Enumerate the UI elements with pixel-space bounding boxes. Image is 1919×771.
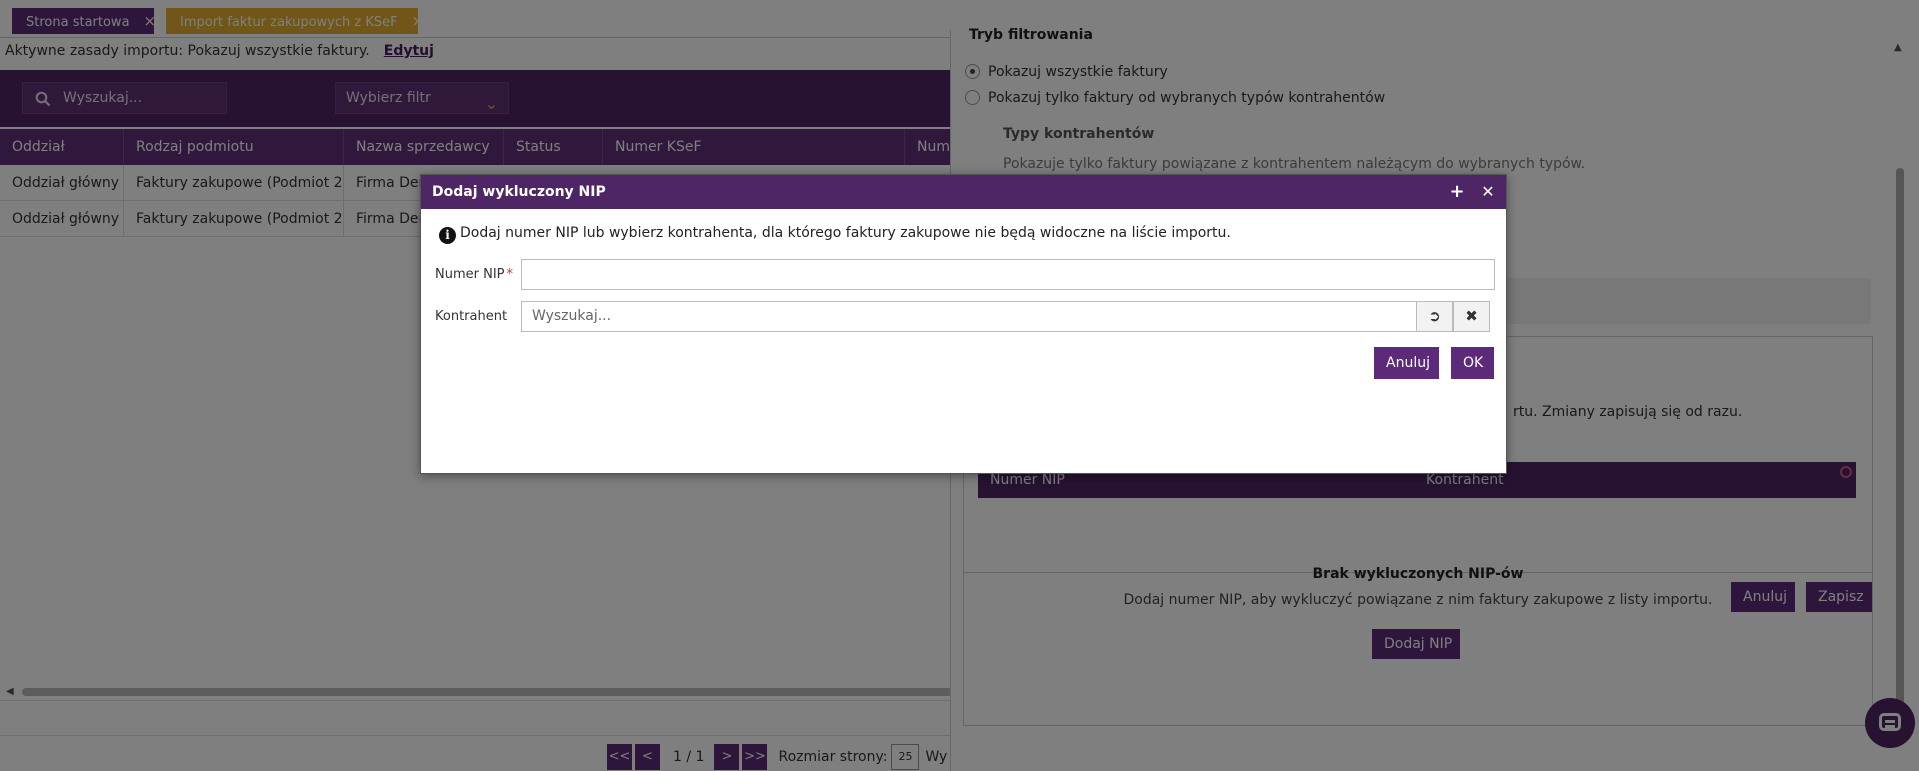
clear-icon[interactable]: ✖ bbox=[1453, 301, 1490, 332]
dialog-info: i Dodaj numer NIP lub wybierz kontrahenta… bbox=[439, 225, 1231, 244]
dialog-header: Dodaj wykluczony NIP + ✕ bbox=[421, 175, 1506, 209]
open-contractor-icon[interactable]: ➲ bbox=[1416, 301, 1453, 332]
nip-label-text: Numer NIP bbox=[435, 267, 505, 282]
nip-field[interactable] bbox=[521, 259, 1495, 290]
maximize-icon[interactable]: + bbox=[1448, 175, 1466, 209]
dialog-title: Dodaj wykluczony NIP bbox=[432, 184, 606, 200]
nip-label: Numer NIP * bbox=[435, 267, 513, 282]
required-marker: * bbox=[506, 267, 514, 282]
dialog-info-text: Dodaj numer NIP lub wybierz kontrahenta,… bbox=[460, 225, 1231, 241]
contractor-label: Kontrahent bbox=[435, 309, 508, 324]
add-excluded-nip-dialog: Dodaj wykluczony NIP + ✕ i Dodaj numer NI… bbox=[420, 174, 1507, 474]
ok-button[interactable]: OK bbox=[1451, 347, 1494, 379]
contractor-search-input[interactable]: Wyszukaj... bbox=[521, 301, 1417, 332]
close-icon[interactable]: ✕ bbox=[1479, 175, 1497, 209]
info-icon: i bbox=[439, 227, 456, 244]
cancel-button[interactable]: Anuluj bbox=[1374, 347, 1439, 379]
